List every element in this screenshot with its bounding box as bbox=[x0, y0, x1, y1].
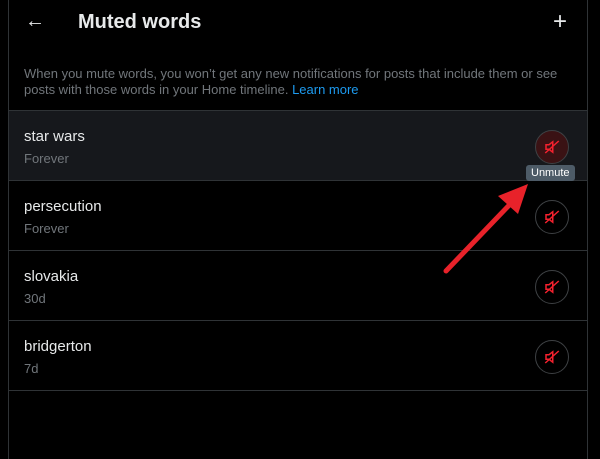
annotation-arrow bbox=[443, 184, 528, 274]
